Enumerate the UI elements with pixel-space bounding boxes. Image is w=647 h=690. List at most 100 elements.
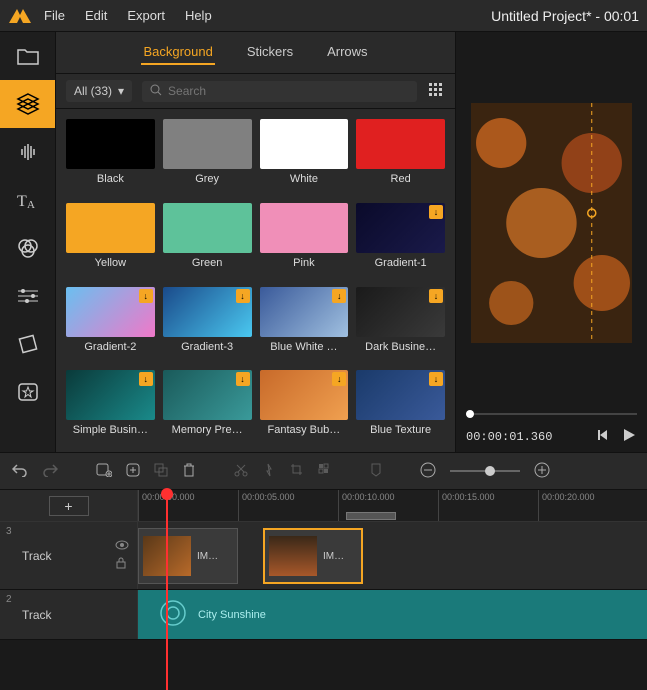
asset-item[interactable]: Pink — [260, 203, 349, 275]
add-button[interactable] — [126, 463, 140, 480]
sidebar-filters[interactable] — [0, 224, 55, 272]
grid-view-button[interactable] — [427, 81, 445, 102]
clip-label: IM… — [197, 551, 218, 562]
visibility-icon[interactable] — [115, 539, 129, 553]
mosaic-button[interactable] — [318, 463, 332, 480]
asset-label: Black — [66, 173, 155, 185]
clip-thumb — [269, 536, 317, 576]
sidebar-text[interactable]: TA — [0, 176, 55, 224]
preview-timecode: 00:00:01.360 — [466, 430, 552, 444]
svg-text:T: T — [17, 193, 27, 210]
asset-item[interactable]: ↓Fantasy Bub… — [260, 370, 349, 442]
asset-item[interactable]: ↓Blue Texture — [356, 370, 445, 442]
sidebar-favorites[interactable] — [0, 368, 55, 416]
track-row-3: 3 Track IM…IM… — [0, 522, 647, 590]
category-dropdown[interactable]: All (33) ▾ — [66, 80, 132, 102]
asset-label: Simple Busin… — [66, 424, 155, 436]
zoom-slider-thumb[interactable] — [485, 466, 495, 476]
dropdown-label: All (33) — [74, 84, 112, 98]
lock-icon[interactable] — [115, 557, 129, 572]
app-logo — [8, 4, 32, 28]
asset-item[interactable]: Green — [163, 203, 252, 275]
asset-label: Green — [163, 257, 252, 269]
asset-item[interactable]: ↓Blue White … — [260, 287, 349, 359]
scrubber-thumb[interactable] — [466, 410, 474, 418]
timeline: + 00:00:00.00000:00:05.00000:00:10.00000… — [0, 490, 647, 640]
search-box[interactable] — [142, 81, 417, 102]
asset-thumb: ↓ — [66, 370, 155, 420]
menu-export[interactable]: Export — [127, 8, 165, 23]
preview-canvas[interactable] — [456, 32, 647, 413]
asset-thumb — [260, 119, 349, 169]
add-track-button[interactable]: + — [49, 496, 89, 516]
video-clip[interactable]: IM… — [138, 528, 238, 584]
preview-scrubber[interactable] — [466, 413, 637, 415]
add-media-button[interactable] — [96, 463, 112, 480]
track-number: 3 — [6, 526, 12, 537]
panel-tabs: Background Stickers Arrows — [56, 32, 455, 74]
asset-thumb — [66, 203, 155, 253]
redo-button[interactable] — [42, 463, 58, 480]
search-input[interactable] — [168, 84, 409, 98]
asset-item[interactable]: ↓Gradient-2 — [66, 287, 155, 359]
sidebar-audio[interactable] — [0, 128, 55, 176]
marker-button[interactable] — [370, 463, 382, 480]
prev-frame-button[interactable] — [597, 428, 611, 445]
sidebar-transitions[interactable] — [0, 272, 55, 320]
speed-button[interactable] — [262, 463, 276, 480]
play-button[interactable] — [621, 427, 637, 446]
chevron-down-icon: ▾ — [118, 84, 124, 98]
sidebar-layers[interactable] — [0, 80, 55, 128]
asset-item[interactable]: White — [260, 119, 349, 191]
range-marker[interactable] — [346, 512, 396, 520]
filter-bar: All (33) ▾ — [56, 74, 455, 109]
zoom-in-button[interactable] — [534, 462, 550, 481]
asset-thumb — [356, 119, 445, 169]
asset-thumb: ↓ — [356, 203, 445, 253]
asset-grid: BlackGreyWhiteRedYellowGreenPink↓Gradien… — [56, 109, 455, 452]
tab-background[interactable]: Background — [141, 40, 214, 65]
asset-thumb: ↓ — [163, 370, 252, 420]
cut-button[interactable] — [234, 463, 248, 480]
crop-button[interactable] — [290, 463, 304, 480]
zoom-slider[interactable] — [450, 470, 520, 472]
zoom-out-button[interactable] — [420, 462, 436, 481]
menu-help[interactable]: Help — [185, 8, 212, 23]
asset-item[interactable]: Grey — [163, 119, 252, 191]
download-icon: ↓ — [139, 289, 153, 303]
preview-image — [471, 103, 632, 343]
audio-clip[interactable]: City Sunshine — [138, 590, 647, 639]
asset-item[interactable]: ↓Memory Pre… — [163, 370, 252, 442]
asset-label: Blue White … — [260, 341, 349, 353]
tab-stickers[interactable]: Stickers — [245, 40, 295, 65]
video-clip[interactable]: IM… — [263, 528, 363, 584]
tab-arrows[interactable]: Arrows — [325, 40, 369, 65]
asset-item[interactable]: ↓Gradient-1 — [356, 203, 445, 275]
menu-edit[interactable]: Edit — [85, 8, 107, 23]
download-icon: ↓ — [236, 372, 250, 386]
asset-item[interactable]: ↓ Simple Busin… — [66, 370, 155, 442]
asset-item[interactable]: Black — [66, 119, 155, 191]
asset-thumb — [163, 119, 252, 169]
asset-item[interactable]: ↓Gradient-3 — [163, 287, 252, 359]
preview-controls: 00:00:01.360 — [456, 421, 647, 452]
menu-file[interactable]: File — [44, 8, 65, 23]
asset-item[interactable]: Red — [356, 119, 445, 191]
asset-thumb — [260, 203, 349, 253]
asset-item[interactable]: Yellow — [66, 203, 155, 275]
asset-item[interactable]: ↓Dark Busine… — [356, 287, 445, 359]
sidebar-transform[interactable] — [0, 320, 55, 368]
download-icon: ↓ — [429, 289, 443, 303]
delete-button[interactable] — [182, 463, 196, 480]
preview-panel: 00:00:01.360 — [456, 32, 647, 452]
group-button[interactable] — [154, 463, 168, 480]
playhead[interactable] — [166, 490, 168, 690]
track-content-2[interactable]: City Sunshine — [138, 590, 647, 639]
asset-thumb: ↓ — [163, 287, 252, 337]
timeline-ruler[interactable]: 00:00:00.00000:00:05.00000:00:10.00000:0… — [138, 490, 647, 521]
playhead-handle[interactable] — [161, 488, 173, 500]
sidebar-media[interactable] — [0, 32, 55, 80]
ruler-tick: 00:00:05.000 — [238, 490, 295, 521]
undo-button[interactable] — [12, 463, 28, 480]
track-content-3[interactable]: IM… IM… — [138, 522, 647, 589]
